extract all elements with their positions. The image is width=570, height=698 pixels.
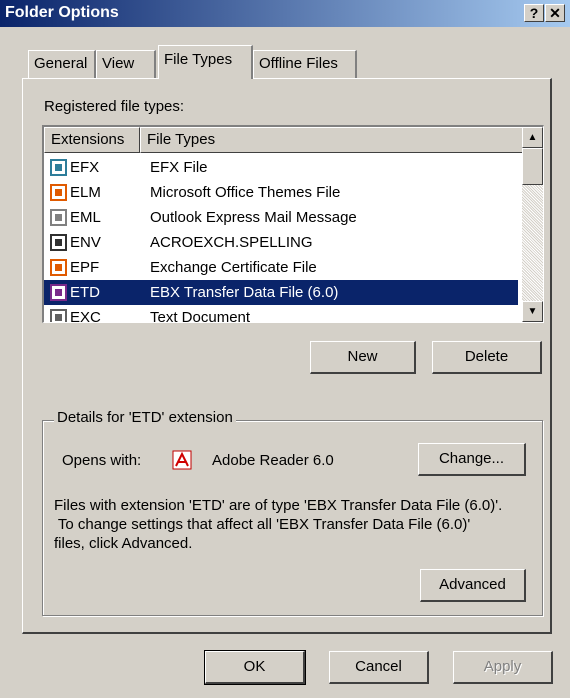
extension-cell: EXC (70, 309, 101, 323)
list-item[interactable]: ELM Microsoft Office Themes File (44, 180, 518, 205)
apply-button-label: Apply (483, 658, 522, 675)
ok-button[interactable]: OK (204, 650, 306, 685)
apply-button: Apply (453, 651, 553, 684)
scroll-down-icon: ▼ (527, 306, 538, 317)
description-line-3: files, click Advanced. (54, 535, 193, 552)
adobe-reader-icon (172, 450, 192, 470)
description-line-2: To change settings that affect all 'EBX … (54, 516, 471, 533)
file-type-cell: Text Document (150, 309, 251, 323)
list-item[interactable]: ETD EBX Transfer Data File (6.0) (44, 280, 518, 305)
delete-button[interactable]: Delete (432, 341, 542, 374)
opens-with-app: Adobe Reader 6.0 (212, 452, 334, 469)
file-type-cell: ACROEXCH.SPELLING (150, 234, 313, 251)
cancel-button-label: Cancel (355, 658, 402, 675)
close-button[interactable]: ✕ (545, 4, 565, 22)
tab-offline-files-label: Offline Files (259, 55, 338, 72)
tab-file-types[interactable]: File Types (158, 45, 253, 79)
advanced-button[interactable]: Advanced (420, 569, 526, 602)
tab-general[interactable]: General (28, 50, 96, 78)
mail-message-icon (50, 209, 67, 226)
file-types-list[interactable]: Extensions File Types EFX EFX File ELM Micr… (42, 125, 544, 323)
cancel-button[interactable]: Cancel (329, 651, 429, 684)
spelling-icon (50, 234, 67, 251)
extension-cell: EPF (70, 259, 100, 276)
file-type-cell: Microsoft Office Themes File (150, 184, 341, 201)
tab-view[interactable]: View (96, 50, 156, 78)
change-button-label: Change... (438, 450, 505, 467)
tab-view-label: View (102, 55, 135, 72)
list-vertical-scrollbar[interactable]: ▲ ▼ (522, 127, 543, 322)
advanced-button-label: Advanced (439, 576, 506, 593)
list-item[interactable]: EFX EFX File (44, 155, 518, 180)
extension-cell: EFX (70, 159, 100, 176)
file-type-cell: EFX File (150, 159, 208, 176)
text-document-icon (50, 309, 67, 322)
extension-cell: EML (70, 209, 101, 226)
help-button[interactable]: ? (524, 4, 544, 22)
help-icon: ? (529, 5, 539, 21)
file-type-cell: Outlook Express Mail Message (150, 209, 357, 226)
certificate-icon (50, 259, 67, 276)
file-type-cell: Exchange Certificate File (150, 259, 317, 276)
extension-cell: ETD (68, 280, 146, 305)
file-type-cell: EBX Transfer Data File (6.0) (150, 280, 339, 305)
ebx-file-icon (50, 284, 67, 301)
column-header-file-types[interactable]: File Types (140, 127, 523, 153)
scroll-thumb[interactable] (522, 148, 543, 185)
change-button[interactable]: Change... (418, 443, 526, 476)
ok-button-label: OK (243, 658, 266, 675)
efx-file-icon (50, 159, 67, 176)
close-icon: ✕ (549, 5, 561, 21)
details-group-title: Details for 'ETD' extension (54, 409, 236, 426)
tab-offline-files[interactable]: Offline Files (253, 50, 357, 78)
office-themes-icon (50, 184, 67, 201)
extension-cell: ENV (70, 234, 101, 251)
scroll-up-button[interactable]: ▲ (522, 127, 543, 148)
list-item[interactable]: EPF Exchange Certificate File (44, 255, 518, 280)
extension-cell: ELM (70, 184, 101, 201)
column-header-extensions[interactable]: Extensions (44, 127, 140, 153)
tab-file-types-label: File Types (164, 51, 233, 68)
tab-general-label: General (34, 55, 88, 72)
list-item[interactable]: EXC Text Document (44, 305, 518, 323)
opens-with-label: Opens with: (62, 452, 142, 469)
registered-file-types-label: Registered file types: (44, 98, 185, 115)
scroll-up-icon: ▲ (527, 132, 538, 143)
description-line-1: Files with extension 'ETD' are of type '… (54, 497, 503, 514)
title-bar: Folder Options ? ✕ (0, 0, 570, 27)
scroll-down-button[interactable]: ▼ (522, 301, 543, 322)
new-button[interactable]: New (310, 341, 416, 374)
window-title: Folder Options (5, 4, 119, 21)
list-item[interactable]: ENV ACROEXCH.SPELLING (44, 230, 518, 255)
list-item[interactable]: EML Outlook Express Mail Message (44, 205, 518, 230)
delete-button-label: Delete (464, 348, 509, 365)
new-button-label: New (347, 348, 378, 365)
